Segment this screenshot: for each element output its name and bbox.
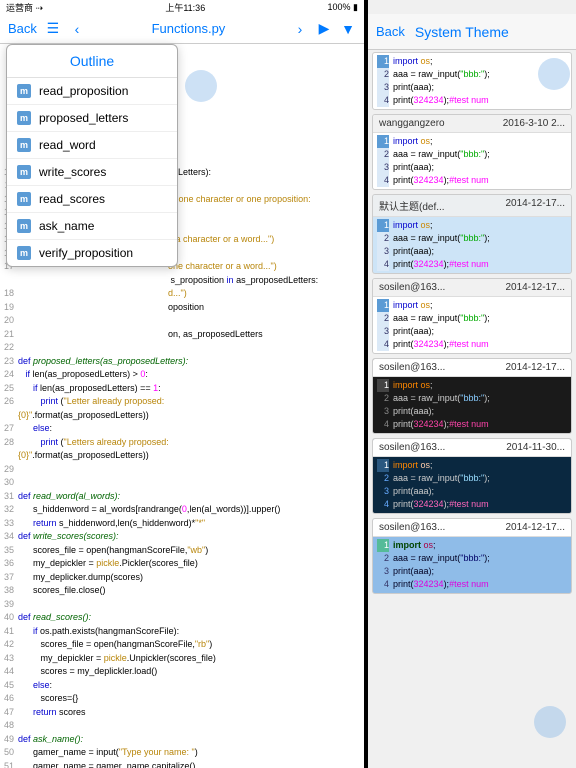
theme-user: sosilen@163... (379, 282, 445, 293)
method-icon: m (17, 219, 31, 233)
status-bar: 运营商 ⇢ 上午11:36 100% ▮ (0, 0, 364, 14)
theme-date: 2016-3-10 2... (503, 118, 565, 129)
theme-date: 2014-12-17... (506, 362, 566, 373)
theme-card[interactable]: sosilen@163...2014-12-17...1import os;2a… (372, 278, 572, 354)
theme-date: 2014-12-17... (506, 282, 566, 293)
outline-title: Outline (7, 45, 177, 78)
outline-item[interactable]: m write_scores (7, 159, 177, 186)
theme-date: 2014-12-17... (506, 198, 566, 213)
method-icon: m (17, 246, 31, 260)
next-icon[interactable]: › (292, 21, 308, 37)
right-theme-panel: Back System Theme 1import os;2aaa = raw_… (364, 0, 576, 768)
back-button[interactable]: Back (8, 21, 37, 36)
assistive-touch-icon[interactable] (534, 706, 566, 738)
prev-icon[interactable]: ‹ (69, 21, 85, 37)
method-icon: m (17, 165, 31, 179)
outline-item[interactable]: m read_scores (7, 186, 177, 213)
theme-list[interactable]: 1import os;2aaa = raw_input("bbb:");3pri… (368, 50, 576, 768)
back-button[interactable]: Back (376, 24, 405, 39)
outline-item[interactable]: m read_proposition (7, 78, 177, 105)
theme-card[interactable]: sosilen@163...2014-12-17...1import os;2a… (372, 518, 572, 594)
time-label: 上午11:36 (43, 1, 327, 14)
outline-popup: Outline mread_propositionmproposed_lette… (6, 44, 178, 267)
left-editor-panel: 运营商 ⇢ 上午11:36 100% ▮ Back ☰ ‹ Functions.… (0, 0, 364, 768)
theme-card[interactable]: sosilen@163...2014-12-17...1import os;2a… (372, 358, 572, 434)
outline-item-label: ask_name (39, 219, 94, 233)
theme-nav-bar: Back System Theme (368, 14, 576, 50)
theme-date: 2014-11-30... (506, 442, 565, 453)
outline-list-icon[interactable]: ☰ (45, 20, 61, 37)
theme-card[interactable]: wanggangzero2016-3-10 2...1import os;2aa… (372, 114, 572, 190)
theme-card[interactable]: sosilen@163...2014-11-30...1import os;2a… (372, 438, 572, 514)
battery-label: 100% ▮ (328, 2, 358, 13)
outline-item[interactable]: m verify_proposition (7, 240, 177, 266)
editor-nav-bar: Back ☰ ‹ Functions.py › ▶ ▼ (0, 14, 364, 44)
outline-item-label: read_scores (39, 192, 105, 206)
method-icon: m (17, 192, 31, 206)
assistive-touch-icon[interactable] (185, 70, 217, 102)
page-title: System Theme (415, 24, 509, 40)
outline-item[interactable]: m ask_name (7, 213, 177, 240)
theme-date: 2014-12-17... (506, 522, 566, 533)
outline-item-label: read_word (39, 138, 96, 152)
filename-label[interactable]: Functions.py (93, 21, 284, 36)
run-icon[interactable]: ▶ (316, 20, 332, 37)
assistive-touch-icon[interactable] (538, 58, 570, 90)
carrier-label: 运营商 ⇢ (6, 1, 43, 14)
method-icon: m (17, 138, 31, 152)
theme-user: wanggangzero (379, 118, 445, 129)
method-icon: m (17, 84, 31, 98)
theme-card[interactable]: 默认主题(def...2014-12-17...1import os;2aaa … (372, 194, 572, 274)
outline-item-label: read_proposition (39, 84, 128, 98)
outline-item[interactable]: m proposed_letters (7, 105, 177, 132)
dropdown-icon[interactable]: ▼ (340, 21, 356, 37)
theme-user: sosilen@163... (379, 522, 445, 533)
theme-user: sosilen@163... (379, 362, 445, 373)
theme-user: sosilen@163... (379, 442, 445, 453)
theme-user: 默认主题(def... (379, 198, 445, 213)
status-bar-right (368, 0, 576, 14)
outline-item-label: proposed_letters (39, 111, 128, 125)
outline-item-label: write_scores (39, 165, 106, 179)
outline-item-label: verify_proposition (39, 246, 133, 260)
outline-item[interactable]: m read_word (7, 132, 177, 159)
method-icon: m (17, 111, 31, 125)
